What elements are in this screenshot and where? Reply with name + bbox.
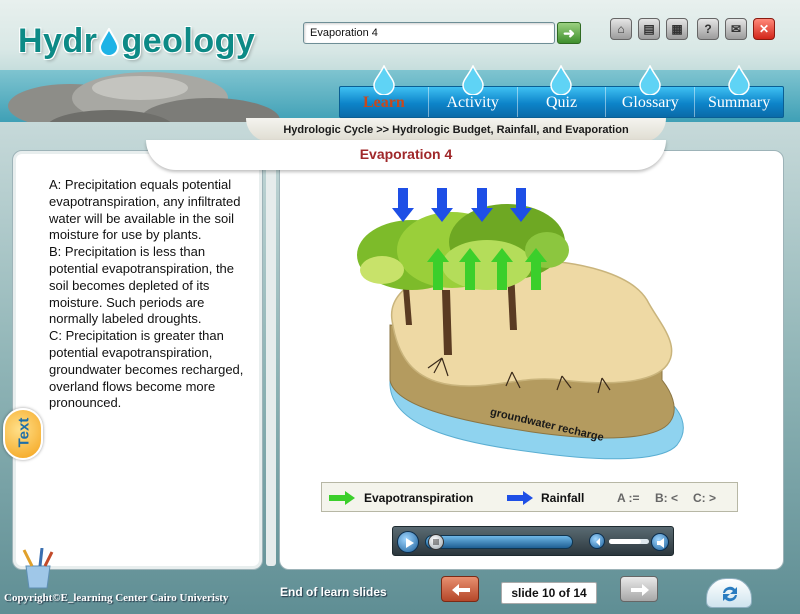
legend-code-c: C: > [693, 491, 717, 505]
help-button[interactable]: ? [697, 18, 719, 40]
text-scrollbar[interactable] [266, 152, 276, 566]
back-arrow-icon [452, 584, 470, 596]
page-title: Evaporation 4 [146, 140, 666, 170]
water-drop-icon [373, 65, 395, 95]
tab-summary-label: Summary [707, 94, 771, 111]
document-icon: ▦ [671, 22, 683, 36]
search-go-button[interactable]: ➜ [557, 22, 581, 44]
speaker-icon [657, 538, 664, 548]
seek-slider[interactable] [425, 534, 573, 550]
previous-slide-button[interactable] [441, 576, 479, 602]
refresh-icon [723, 586, 737, 602]
pause-icon [433, 539, 439, 545]
paragraph-c: C: Precipitation is greater than potenti… [49, 328, 244, 411]
forward-arrow-icon [631, 584, 649, 596]
speaker-icon [596, 538, 600, 546]
water-drop-icon [639, 65, 662, 95]
water-drop-icon [550, 65, 573, 95]
volume-down-button[interactable] [589, 533, 605, 549]
logo-text-left: Hydr [18, 22, 98, 60]
tab-activity[interactable]: Activity [429, 65, 518, 117]
text-panel: A: Precipitation equals potential evapot… [12, 150, 263, 570]
tab-glossary[interactable]: Glossary [606, 65, 696, 117]
home-icon: ⌂ [617, 22, 625, 36]
close-button[interactable]: ✕ [753, 18, 775, 40]
legend-code-a: A := [617, 491, 640, 505]
next-slide-button[interactable] [620, 576, 658, 602]
search-input[interactable]: Evaporation 4 [303, 22, 555, 44]
water-drop-icon [99, 28, 120, 56]
tab-learn[interactable]: Learn [340, 65, 429, 117]
tab-activity-label: Activity [446, 94, 499, 111]
tab-quiz-label: Quiz [545, 94, 578, 111]
app-logo: Hydr geology [18, 22, 255, 61]
printer-icon: ▤ [643, 22, 655, 36]
tab-summary[interactable]: Summary [695, 65, 783, 117]
text-content: A: Precipitation equals potential evapot… [49, 177, 254, 412]
breadcrumb: Hydrologic Cycle >> Hydrologic Budget, R… [246, 118, 666, 142]
brush-cup-logo [22, 548, 54, 589]
green-arrow-icon [329, 491, 355, 505]
blue-arrow-icon [507, 491, 533, 505]
evapotranspiration-diagram: groundwater recharge [357, 188, 684, 460]
home-button[interactable]: ⌂ [610, 18, 632, 40]
legend-evapotranspiration: Evapotranspiration [364, 491, 474, 505]
seek-thumb[interactable] [428, 534, 444, 550]
footer-status: End of learn slides [280, 585, 387, 599]
paragraph-b: B: Precipitation is less than potential … [49, 244, 235, 327]
text-tab-label: Text [15, 417, 33, 448]
play-button[interactable] [397, 531, 419, 553]
paragraph-a: A: Precipitation equals potential evapot… [49, 177, 241, 243]
mail-button[interactable]: ✉ [725, 18, 747, 40]
tab-learn-label: Learn [363, 94, 405, 111]
print-button[interactable]: ▤ [638, 18, 660, 40]
notes-button[interactable]: ▦ [666, 18, 688, 40]
arrow-right-icon: ➜ [563, 25, 575, 41]
logo-text-right: geology [121, 22, 256, 60]
water-drop-icon [728, 65, 750, 95]
slide-counter: slide 10 of 14 [501, 582, 597, 604]
volume-button[interactable] [651, 533, 669, 551]
legend-rainfall: Rainfall [541, 491, 585, 505]
close-icon: ✕ [758, 22, 770, 36]
water-drop-icon [461, 65, 484, 95]
text-tab-button[interactable]: Text [3, 408, 43, 460]
help-icon: ? [704, 22, 712, 36]
legend-code-b: B: < [655, 491, 679, 505]
rocks-graphic [8, 72, 280, 122]
header: Hydr geology Evaporation 4 ➜ ⌂ ▤ ▦ ? ✉ ✕ … [0, 0, 800, 122]
media-player [392, 526, 674, 556]
volume-fill [609, 539, 641, 544]
volume-slider[interactable] [609, 539, 649, 544]
copyright-text: Copyright©E_learning Center Cairo Univer… [4, 592, 229, 604]
mail-icon: ✉ [730, 22, 742, 36]
tab-glossary-label: Glossary [621, 94, 679, 111]
play-icon [406, 538, 414, 548]
tab-quiz[interactable]: Quiz [518, 65, 607, 117]
legend: Evapotranspiration Rainfall A := B: < C:… [321, 482, 738, 512]
main-nav: Learn Activity Quiz Glossary Summary [339, 65, 784, 118]
refresh-button[interactable] [706, 578, 752, 608]
